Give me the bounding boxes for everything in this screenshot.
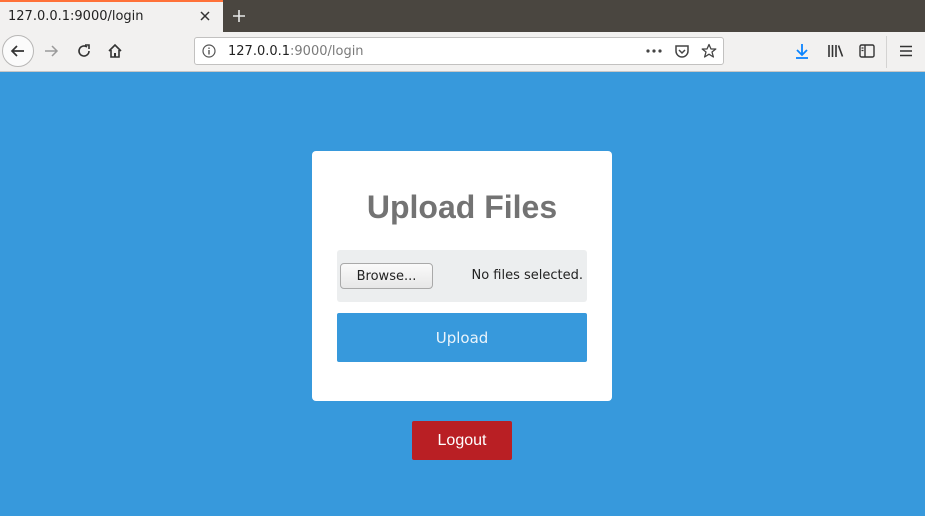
arrow-left-icon[interactable] [2, 35, 34, 67]
toolbar-separator [886, 36, 887, 68]
reload-icon[interactable] [71, 38, 97, 64]
hamburger-icon[interactable] [894, 39, 918, 63]
url-path: :9000/login [290, 44, 364, 59]
address-bar[interactable]: 127.0.0.1:9000/login [194, 37, 724, 65]
logout-button[interactable]: Logout [412, 421, 512, 460]
file-input[interactable]: Browse... No files selected. [337, 250, 587, 302]
ellipsis-icon[interactable] [643, 41, 665, 61]
library-icon[interactable] [824, 39, 848, 63]
plus-icon[interactable] [228, 5, 250, 27]
home-icon[interactable] [102, 38, 128, 64]
tab-title: 127.0.0.1:9000/login [8, 9, 144, 24]
info-icon[interactable] [201, 43, 217, 59]
browse-button[interactable]: Browse... [340, 263, 433, 289]
navigation-toolbar: 127.0.0.1:9000/login [0, 32, 925, 72]
url-host: 127.0.0.1 [228, 44, 291, 59]
browser-tab[interactable]: 127.0.0.1:9000/login [0, 0, 223, 32]
sidebar-icon[interactable] [855, 39, 879, 63]
upload-button[interactable]: Upload [337, 313, 587, 362]
url-text[interactable]: 127.0.0.1:9000/login [228, 44, 364, 59]
download-icon[interactable] [790, 39, 814, 63]
star-icon[interactable] [698, 41, 720, 61]
upload-card: Upload Files Browse... No files selected… [312, 151, 612, 401]
close-icon[interactable] [196, 7, 214, 25]
tab-strip: 127.0.0.1:9000/login [0, 0, 925, 32]
arrow-right-icon[interactable] [38, 38, 64, 64]
file-status-text: No files selected. [471, 268, 583, 283]
page-title: Upload Files [366, 189, 558, 225]
pocket-icon[interactable] [671, 41, 693, 61]
